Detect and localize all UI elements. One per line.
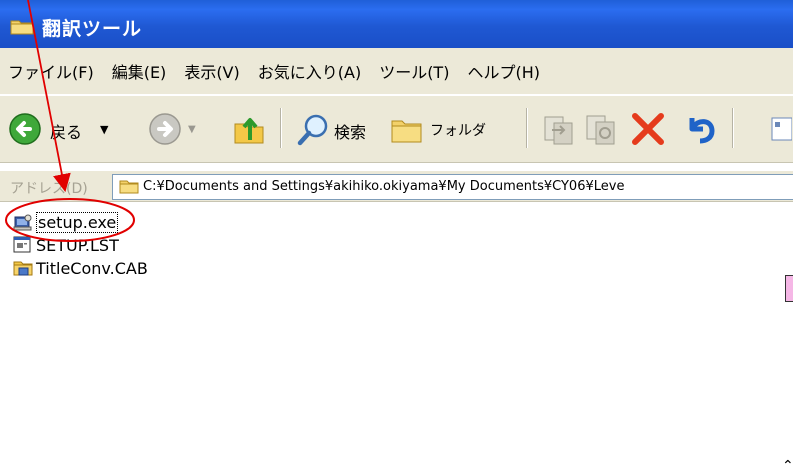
back-arrow-icon — [9, 113, 41, 145]
menu-file[interactable]: ファイル(F) — [8, 59, 94, 83]
file-name: SETUP.LST — [36, 235, 119, 255]
address-input[interactable]: C:¥Documents and Settings¥akihiko.okiyam… — [112, 174, 793, 200]
overlay-marker — [785, 275, 793, 302]
toolbar-separator — [526, 108, 528, 148]
forward-button[interactable]: ▼ — [148, 112, 204, 146]
menu-view[interactable]: 表示(V) — [184, 59, 239, 83]
search-label: 検索 — [334, 123, 367, 142]
back-dropdown-icon[interactable]: ▼ — [100, 123, 108, 136]
folders-icon — [391, 120, 422, 143]
folder-icon — [119, 180, 139, 194]
folder-icon — [10, 20, 34, 35]
cabinet-file-icon — [13, 261, 33, 276]
copy-to-icon — [586, 115, 615, 145]
file-item-setup-exe[interactable]: setup.exe — [13, 211, 119, 233]
menu-help[interactable]: ヘルプ(H) — [467, 59, 540, 83]
views-button[interactable] — [770, 112, 793, 146]
delete-icon — [632, 113, 664, 145]
file-name: setup.exe — [36, 211, 119, 233]
undo-icon — [689, 118, 715, 144]
up-folder-button[interactable] — [232, 112, 266, 146]
list-file-icon — [13, 236, 31, 253]
undo-button[interactable] — [684, 112, 718, 146]
address-bar: アドレス(D) C:¥Documents and Settings¥akihik… — [0, 171, 793, 202]
menu-edit[interactable]: 編集(E) — [112, 59, 167, 83]
resize-grip-icon: ⌃ — [782, 458, 793, 474]
menu-bar: ファイル(F) 編集(E) 表示(V) お気に入り(A) ツール(T) ヘルプ(… — [0, 48, 793, 94]
toolbar: 戻る ▼ ▼ 検索 フォルダ — [0, 95, 793, 163]
toolbar-separator — [732, 108, 734, 148]
folders-button[interactable]: フォルダ — [390, 112, 514, 146]
installer-icon — [13, 214, 32, 231]
menu-favorites[interactable]: お気に入り(A) — [258, 59, 361, 83]
file-item-titleconv-cab[interactable]: TitleConv.CAB — [13, 257, 148, 279]
address-path: C:¥Documents and Settings¥akihiko.okiyam… — [143, 179, 625, 194]
views-icon — [771, 117, 793, 141]
address-label: アドレス(D) — [10, 181, 88, 197]
window-title: 翻訳ツール — [42, 18, 143, 40]
title-bar[interactable]: 翻訳ツール — [0, 0, 793, 48]
copy-to-button[interactable] — [584, 112, 618, 146]
forward-dropdown-icon[interactable]: ▼ — [188, 124, 196, 135]
forward-arrow-icon — [149, 113, 181, 145]
file-item-setup-lst[interactable]: SETUP.LST — [13, 234, 119, 256]
search-icon — [297, 114, 328, 146]
move-to-button[interactable] — [542, 112, 576, 146]
file-name: TitleConv.CAB — [36, 258, 148, 278]
up-folder-icon — [234, 118, 264, 144]
file-list: setup.exe SETUP.LST TitleConv.CAB — [0, 202, 793, 475]
move-to-icon — [544, 116, 573, 145]
back-button[interactable]: 戻る ▼ — [8, 112, 138, 146]
delete-button[interactable] — [630, 112, 666, 146]
toolbar-separator — [280, 108, 282, 148]
back-label: 戻る — [50, 123, 83, 142]
folders-label: フォルダ — [430, 123, 486, 139]
menu-tools[interactable]: ツール(T) — [379, 59, 449, 83]
search-button[interactable]: 検索 — [296, 112, 390, 146]
